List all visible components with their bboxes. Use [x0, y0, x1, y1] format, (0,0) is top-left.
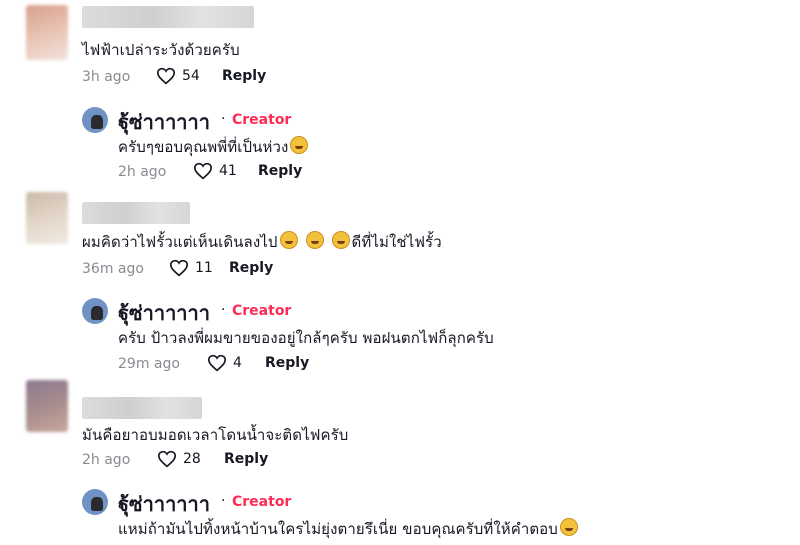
reply-text: ครับ ป้าวลงพี่ผมขายของอยู่ใกล้ๆครับ พอฝน… — [118, 329, 494, 347]
like-button[interactable]: 54 — [156, 67, 200, 85]
reply-button[interactable]: Reply — [222, 68, 266, 84]
reply-text: แหม่ถ้ามันไปทิ้งหน้าบ้านใครไม่ยุ่งตายรึเ… — [118, 517, 580, 541]
separator-dot: · — [221, 111, 226, 127]
creator-avatar[interactable] — [82, 107, 108, 133]
comment-text: ผมคิดว่าไฟรั้วแต่เห็นเดินลงไป ดีที่ไม่ใช่… — [82, 231, 442, 251]
comment-time: 2h ago — [82, 452, 131, 468]
like-count: 54 — [182, 68, 200, 84]
separator-dot: · — [221, 493, 226, 509]
grin-emoji-icon — [331, 231, 350, 249]
grin-emoji-icon — [290, 136, 309, 154]
like-count: 4 — [233, 355, 242, 371]
smirk-emoji-icon — [305, 231, 324, 249]
comment-time: 36m ago — [82, 261, 144, 277]
creator-name[interactable]: ฐุ้ซ่าาาาาา — [118, 297, 210, 329]
commenter-name-blurred[interactable] — [82, 6, 254, 28]
like-button[interactable]: 28 — [157, 450, 201, 468]
reply-text: ครับๆขอบคุณพพี่ที่เป็นห่วง — [118, 135, 310, 159]
comment-text: ไฟฟ้าเปล่าระวังด้วยครับ — [82, 41, 240, 59]
comment-text: มันคือยาอบมอดเวลาโดนน้ำจะติดไฟครับ — [82, 426, 349, 444]
creator-badge: Creator — [232, 303, 292, 319]
heart-icon — [207, 354, 227, 372]
smirk-emoji-icon — [279, 231, 298, 249]
heart-icon — [193, 162, 213, 180]
creator-avatar[interactable] — [82, 298, 108, 324]
comment-time: 3h ago — [82, 69, 131, 85]
commenter-avatar[interactable] — [26, 5, 68, 60]
heart-icon — [156, 67, 176, 85]
separator-dot: · — [221, 302, 226, 318]
creator-name[interactable]: ฐุ้ซ่าาาาาา — [118, 106, 210, 138]
like-count: 11 — [195, 260, 213, 276]
commenter-name-blurred[interactable] — [82, 202, 190, 224]
reply-button[interactable]: Reply — [224, 451, 268, 467]
like-count: 28 — [183, 451, 201, 467]
commenter-avatar[interactable] — [26, 192, 68, 244]
reply-button[interactable]: Reply — [229, 260, 273, 276]
creator-name[interactable]: ฐุ้ซ่าาาาาา — [118, 488, 210, 520]
creator-avatar[interactable] — [82, 489, 108, 515]
heart-icon — [157, 450, 177, 468]
like-button[interactable]: 4 — [207, 354, 242, 372]
like-count: 41 — [219, 163, 237, 179]
reply-time: 2h ago — [118, 164, 167, 180]
reply-button[interactable]: Reply — [265, 355, 309, 371]
like-button[interactable]: 41 — [193, 162, 237, 180]
like-button[interactable]: 11 — [169, 259, 213, 277]
commenter-avatar[interactable] — [26, 380, 68, 432]
creator-badge: Creator — [232, 112, 292, 128]
creator-badge: Creator — [232, 494, 292, 510]
reply-time: 29m ago — [118, 356, 180, 372]
grin-emoji-icon — [559, 518, 578, 536]
commenter-name-blurred[interactable] — [82, 397, 202, 419]
heart-icon — [169, 259, 189, 277]
reply-button[interactable]: Reply — [258, 163, 302, 179]
